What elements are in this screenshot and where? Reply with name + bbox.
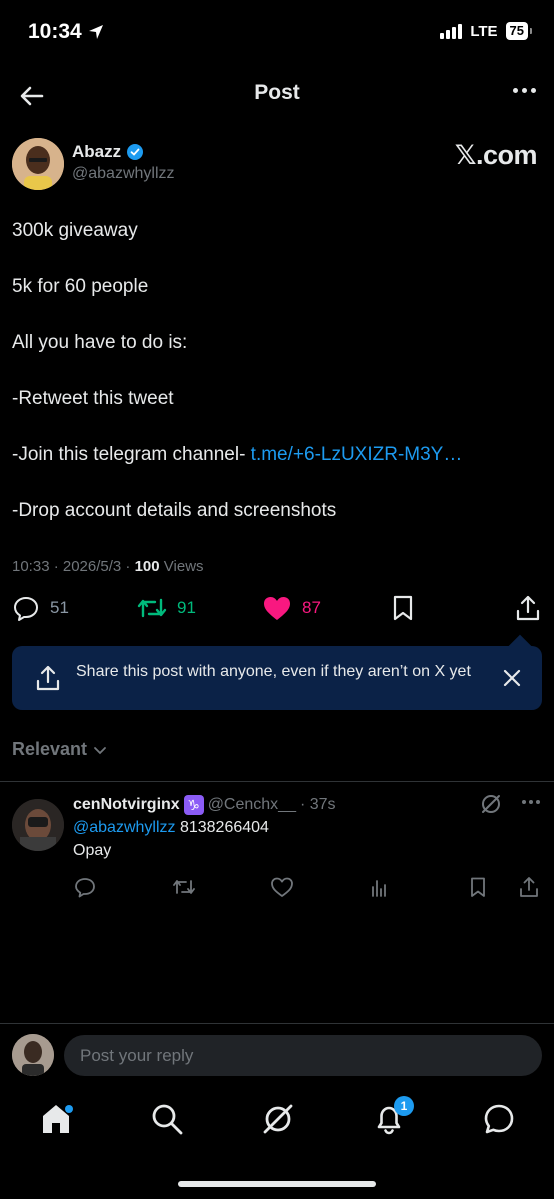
heart-icon <box>264 597 290 620</box>
location-arrow-icon <box>88 25 103 39</box>
tweet-line: All you have to do is: <box>12 332 188 353</box>
tweet-line: -Drop account details and screenshots <box>12 500 337 521</box>
share-icon <box>516 595 540 621</box>
verified-icon <box>127 144 144 160</box>
tab-search[interactable] <box>150 1102 184 1136</box>
analytics-icon[interactable] <box>369 876 391 898</box>
status-time: 10:34 <box>28 20 104 44</box>
author-handle[interactable]: @abazwhyllzz <box>72 165 175 183</box>
tab-notifications[interactable]: 1 <box>372 1096 414 1136</box>
network-label: LTE <box>470 22 498 40</box>
reply-actions <box>0 876 554 900</box>
chevron-down-icon <box>94 746 106 754</box>
retweet-icon[interactable] <box>172 876 196 898</box>
notifications-badge: 1 <box>394 1096 414 1116</box>
page-title: Post <box>254 81 300 104</box>
sort-label: Relevant <box>12 739 88 759</box>
retweet-icon <box>137 598 167 618</box>
my-avatar[interactable] <box>12 1034 54 1076</box>
reply-button[interactable]: 51 <box>12 594 69 622</box>
share-banner[interactable]: Share this post with anyone, even if the… <box>12 646 542 710</box>
tweet-line: 300k giveaway <box>12 220 138 241</box>
retweet-button[interactable]: 91 <box>137 594 196 622</box>
header: Post <box>0 66 554 122</box>
reply-time: · 37s <box>299 796 336 813</box>
reply-input[interactable] <box>64 1035 542 1076</box>
author-name-row[interactable]: Abazz <box>72 142 144 162</box>
reply-icon[interactable] <box>74 876 96 898</box>
reply-count: 51 <box>50 598 69 617</box>
more-button[interactable] <box>513 88 536 93</box>
divider <box>0 1023 554 1024</box>
home-indicator <box>178 1181 376 1187</box>
views-label: Views <box>159 558 204 575</box>
author-name: Abazz <box>72 142 122 161</box>
tab-home[interactable] <box>40 1102 74 1136</box>
reply-icon <box>14 597 38 621</box>
share-button[interactable] <box>514 594 542 622</box>
reply-number: 8138266404 <box>175 819 269 836</box>
more-icon <box>522 800 526 804</box>
like-count: 87 <box>302 598 321 617</box>
battery-icon: 75 <box>505 22 533 40</box>
retweet-count: 91 <box>177 598 196 617</box>
views-count: 100 <box>134 558 160 575</box>
source-label: 𝕏.com <box>454 140 538 170</box>
divider <box>0 781 554 782</box>
share-icon <box>36 665 60 691</box>
sort-dropdown[interactable]: Relevant <box>12 739 107 760</box>
search-icon <box>152 1104 183 1135</box>
reply-text: @abazwhyllzz 8138266404 <box>73 819 269 837</box>
tab-messages[interactable] <box>482 1102 516 1136</box>
tweet-actions: 51 91 87 <box>0 594 554 630</box>
tweet-line-link: -Join this telegram channel- t.me/+6-LzU… <box>12 442 462 468</box>
reply-more-button[interactable] <box>522 800 540 804</box>
reply-avatar[interactable] <box>12 799 64 851</box>
status-time-text: 10:34 <box>28 20 82 43</box>
reply-header: cenNotvirginx ♑ @Cenchx__ · 37s <box>73 795 336 815</box>
tweet-line: -Retweet this tweet <box>12 388 174 409</box>
bottom-tab-bar: 1 <box>0 1096 554 1146</box>
tweet-timestamp: 10:33 · 2026/5/3 · <box>12 558 135 575</box>
close-icon[interactable] <box>502 668 522 688</box>
heart-icon[interactable] <box>270 876 294 898</box>
tweet-line: 5k for 60 people <box>12 276 149 297</box>
reply-handle[interactable]: @Cenchx__ <box>208 796 296 814</box>
bookmark-icon <box>393 595 413 621</box>
author-row: Abazz @abazwhyllzz 𝕏.com <box>12 138 542 192</box>
share-banner-text: Share this post with anyone, even if the… <box>76 663 471 680</box>
zodiac-badge: ♑ <box>183 795 204 815</box>
reply-composer <box>12 1034 542 1076</box>
bookmark-icon[interactable] <box>467 876 489 898</box>
tweet-line: -Join this telegram channel- <box>12 444 251 465</box>
reply-body: Opay <box>73 842 112 859</box>
bookmark-button[interactable] <box>389 594 417 622</box>
telegram-link[interactable]: t.me/+6-LzUXIZR-M3Y… <box>251 444 463 465</box>
tab-grok[interactable] <box>261 1102 295 1136</box>
more-icon <box>513 88 518 93</box>
home-notification-dot <box>65 1105 73 1113</box>
like-button[interactable]: 87 <box>262 594 321 622</box>
status-bar: 10:34 LTE 75 <box>0 0 554 66</box>
messages-icon <box>484 1104 514 1134</box>
grok-icon[interactable] <box>480 793 502 815</box>
signal-icon <box>440 23 463 39</box>
grok-icon <box>263 1104 293 1134</box>
tweet-meta: 10:33 · 2026/5/3 · 100 Views <box>12 558 204 575</box>
share-icon[interactable] <box>518 876 540 898</box>
reply-mention[interactable]: @abazwhyllzz <box>73 819 176 836</box>
reply-name[interactable]: cenNotvirginx <box>73 796 180 814</box>
author-avatar[interactable] <box>12 138 64 190</box>
